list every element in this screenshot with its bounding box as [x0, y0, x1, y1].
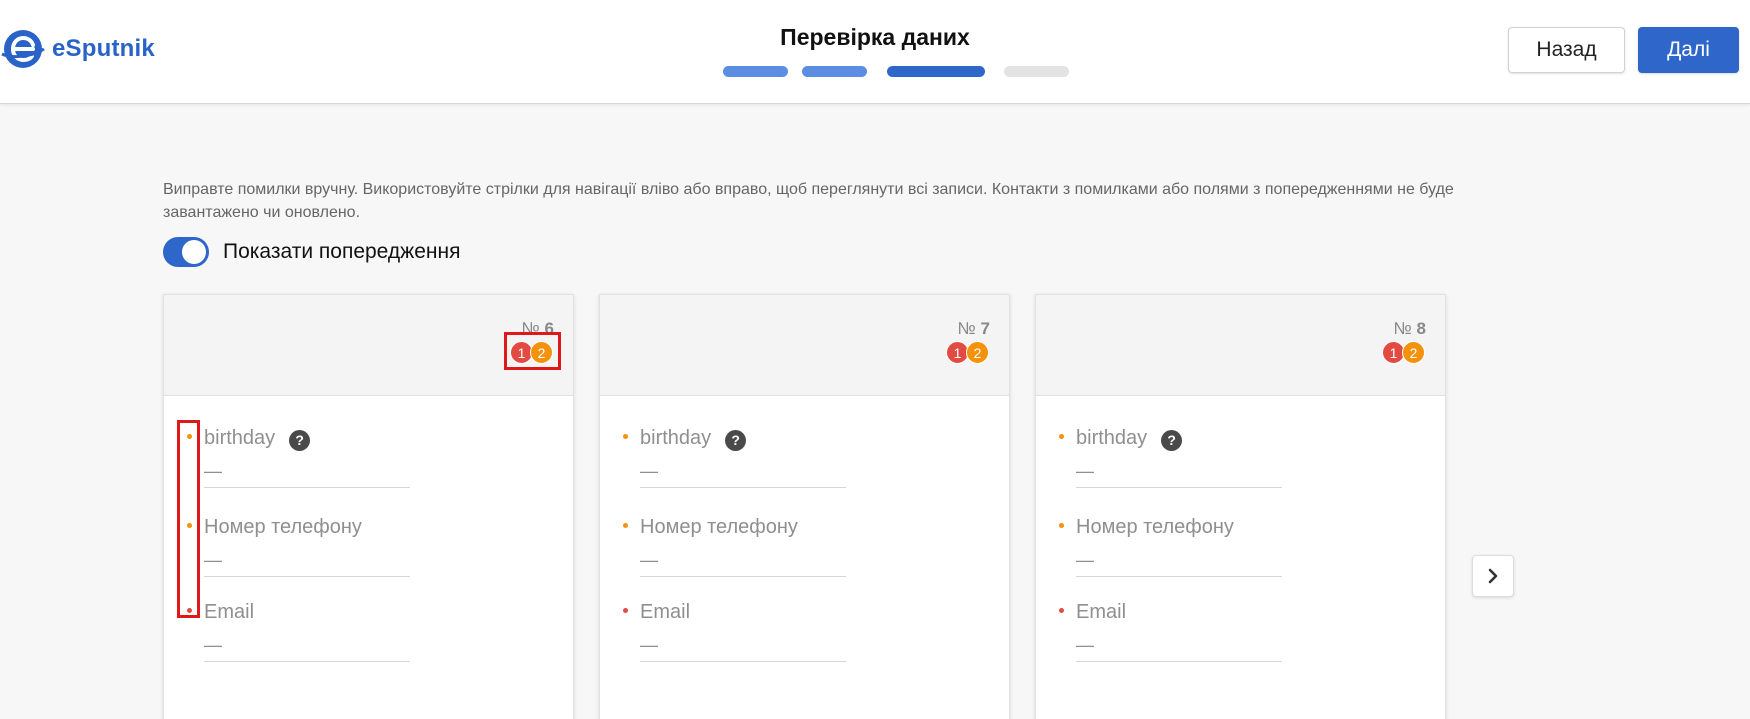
issue-badges: 1 2	[1382, 341, 1425, 364]
step-indicator-3	[887, 66, 985, 77]
error-dot	[1059, 608, 1064, 613]
field-underline	[204, 487, 410, 488]
logo[interactable]: eSputnik	[0, 27, 155, 71]
field-value[interactable]: —	[204, 548, 410, 572]
toggle-knob	[182, 240, 206, 264]
next-button[interactable]: Далі	[1638, 27, 1739, 73]
warnings-toggle-row: Показати попередження	[163, 236, 460, 268]
field-underline	[204, 576, 410, 577]
card-header: № 7 1 2	[600, 295, 1009, 396]
warning-count-badge: 2	[1402, 341, 1425, 364]
warning-dot	[1059, 434, 1064, 439]
annotation-box	[177, 420, 200, 618]
help-icon[interactable]: ?	[289, 429, 311, 451]
field-label: Номер телефону	[640, 514, 846, 540]
logo-text: eSputnik	[52, 35, 155, 62]
field-value[interactable]: —	[640, 548, 846, 572]
field-label: Email	[204, 599, 410, 625]
field-label-text: birthday	[640, 426, 712, 449]
field-label-text: birthday	[1076, 426, 1148, 449]
card-header: № 8 1 2	[1036, 295, 1445, 396]
field-label: birthday ?	[1076, 425, 1282, 451]
issue-badges: 1 2	[946, 341, 989, 364]
field-label-text: Email	[640, 600, 691, 623]
field-label-text: Номер телефону	[204, 515, 362, 538]
field-email: Email —	[623, 599, 846, 662]
field-label-text: Номер телефону	[1076, 515, 1234, 538]
field-label-text: Email	[1076, 600, 1127, 623]
warning-dot	[1059, 523, 1064, 528]
record-number: № 8	[1394, 319, 1426, 339]
field-underline	[640, 576, 846, 577]
field-label-text: birthday	[204, 426, 276, 449]
warning-count-badge: 2	[966, 341, 989, 364]
contact-card: № 6 1 2 birthday ? — Номер телефону — Em…	[163, 294, 574, 719]
next-records-button[interactable]	[1472, 555, 1514, 597]
card-header: № 6 1 2	[164, 295, 573, 396]
show-warnings-label[interactable]: Показати попередження	[223, 240, 460, 264]
field-value[interactable]: —	[1076, 548, 1282, 572]
field-value[interactable]: —	[640, 459, 846, 483]
field-birthday: birthday ? —	[1059, 425, 1282, 488]
help-icon[interactable]: ?	[725, 429, 747, 451]
back-button[interactable]: Назад	[1508, 27, 1625, 73]
field-value[interactable]: —	[1076, 633, 1282, 657]
field-value[interactable]: —	[1076, 459, 1282, 483]
warning-dot	[623, 523, 628, 528]
field-phone: Номер телефону —	[187, 514, 410, 577]
field-label: birthday ?	[640, 425, 846, 451]
esputnik-logo-icon	[1, 30, 45, 68]
field-label: Номер телефону	[204, 514, 410, 540]
field-birthday: birthday ? —	[623, 425, 846, 488]
field-label: birthday ?	[204, 425, 410, 451]
field-underline	[1076, 576, 1282, 577]
record-number: № 7	[958, 319, 990, 339]
field-underline	[204, 661, 410, 662]
field-phone: Номер телефону —	[1059, 514, 1282, 577]
field-value[interactable]: —	[640, 633, 846, 657]
field-phone: Номер телефону —	[623, 514, 846, 577]
field-label-text: Email	[204, 600, 255, 623]
field-underline	[1076, 661, 1282, 662]
field-underline	[640, 661, 846, 662]
field-label: Email	[640, 599, 846, 625]
warning-dot	[187, 523, 192, 528]
field-email: Email —	[1059, 599, 1282, 662]
field-value[interactable]: —	[204, 633, 410, 657]
field-birthday: birthday ? —	[187, 425, 410, 488]
number-prefix: №	[1393, 319, 1412, 338]
record-number-value: 8	[1416, 319, 1426, 338]
field-label-text: Номер телефону	[640, 515, 798, 538]
step-indicator-4	[1004, 66, 1069, 77]
page-title: Перевірка даних	[780, 24, 970, 50]
field-underline	[1076, 487, 1282, 488]
error-dot	[187, 608, 192, 613]
record-number-value: 7	[980, 319, 990, 338]
step-indicator-2	[802, 66, 867, 77]
top-bar: eSputnik Перевірка даних Назад Далі	[0, 0, 1750, 104]
step-progress	[0, 66, 1750, 77]
field-underline	[640, 487, 846, 488]
number-prefix: №	[957, 319, 976, 338]
field-label: Номер телефону	[1076, 514, 1282, 540]
show-warnings-toggle[interactable]	[163, 237, 209, 267]
help-icon[interactable]: ?	[1161, 429, 1183, 451]
field-label: Email	[1076, 599, 1282, 625]
chevron-right-icon	[1488, 568, 1498, 584]
contact-card: № 8 1 2 birthday ? — Номер телефону — Em…	[1035, 294, 1446, 719]
field-email: Email —	[187, 599, 410, 662]
annotation-box	[504, 332, 561, 370]
error-dot	[623, 608, 628, 613]
warning-dot	[187, 434, 192, 439]
warning-dot	[623, 434, 628, 439]
field-value[interactable]: —	[204, 459, 410, 483]
instructions-text: Виправте помилки вручну. Використовуйте …	[163, 181, 1454, 221]
contact-card: № 7 1 2 birthday ? — Номер телефону — Em…	[599, 294, 1010, 719]
step-indicator-1	[723, 66, 788, 77]
